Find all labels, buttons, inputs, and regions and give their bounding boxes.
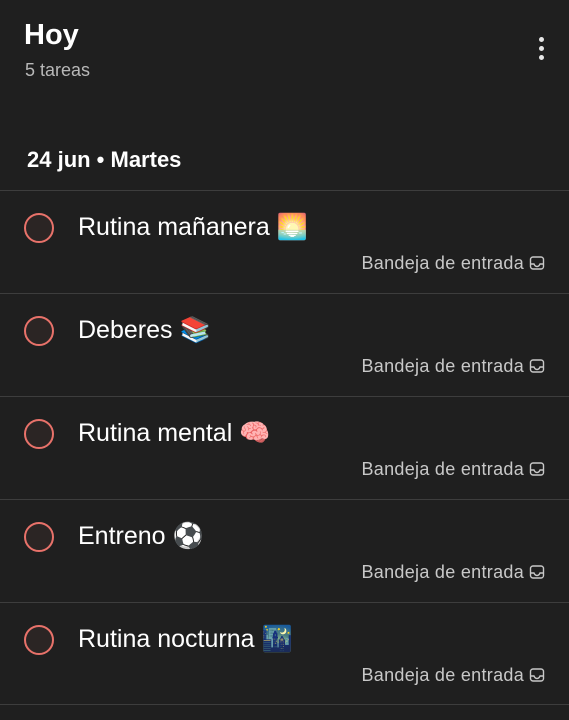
task-item[interactable]: Rutina mental 🧠 Bandeja de entrada — [0, 396, 569, 499]
task-name: Rutina mañanera 🌅 — [78, 213, 308, 241]
task-item[interactable]: Rutina mañanera 🌅 Bandeja de entrada — [0, 190, 569, 293]
task-count: 5 tareas — [25, 60, 91, 80]
task-project[interactable]: Bandeja de entrada — [361, 561, 545, 583]
task-name: Deberes 📚 — [78, 316, 211, 344]
task-name: Rutina nocturna 🌃 — [78, 625, 293, 653]
inbox-icon — [529, 668, 545, 682]
task-project[interactable]: Bandeja de entrada — [361, 664, 545, 686]
more-vert-icon-dot — [538, 54, 544, 60]
inbox-icon — [529, 359, 545, 373]
task-name: Entreno ⚽ — [78, 522, 204, 550]
more-vert-icon-dot — [538, 45, 544, 51]
inbox-icon — [529, 256, 545, 270]
date-section-header: 24 jun • Martes — [0, 135, 569, 190]
task-list: Rutina mañanera 🌅 Bandeja de entrada Deb… — [0, 190, 569, 705]
page-title: Hoy — [24, 19, 79, 51]
task-project-label: Bandeja de entrada — [361, 459, 524, 479]
date-section-title: 24 jun • Martes — [27, 147, 182, 172]
app-header: Hoy 5 tareas — [0, 0, 569, 120]
task-project[interactable]: Bandeja de entrada — [361, 458, 545, 480]
task-project-label: Bandeja de entrada — [361, 253, 524, 273]
task-project-label: Bandeja de entrada — [361, 562, 524, 582]
task-complete-checkbox[interactable] — [24, 213, 54, 243]
task-item[interactable]: Rutina nocturna 🌃 Bandeja de entrada — [0, 602, 569, 705]
task-complete-checkbox[interactable] — [24, 419, 54, 449]
inbox-icon — [529, 462, 545, 476]
task-project-label: Bandeja de entrada — [361, 356, 524, 376]
task-complete-checkbox[interactable] — [24, 522, 54, 552]
more-options-button[interactable] — [531, 30, 551, 66]
task-project[interactable]: Bandeja de entrada — [361, 355, 545, 377]
task-item[interactable]: Entreno ⚽ Bandeja de entrada — [0, 499, 569, 602]
inbox-icon — [529, 565, 545, 579]
task-complete-checkbox[interactable] — [24, 625, 54, 655]
task-complete-checkbox[interactable] — [24, 316, 54, 346]
task-name: Rutina mental 🧠 — [78, 419, 271, 447]
task-project[interactable]: Bandeja de entrada — [361, 252, 545, 274]
more-vert-icon — [538, 36, 544, 42]
task-item[interactable]: Deberes 📚 Bandeja de entrada — [0, 293, 569, 396]
task-project-label: Bandeja de entrada — [361, 665, 524, 685]
